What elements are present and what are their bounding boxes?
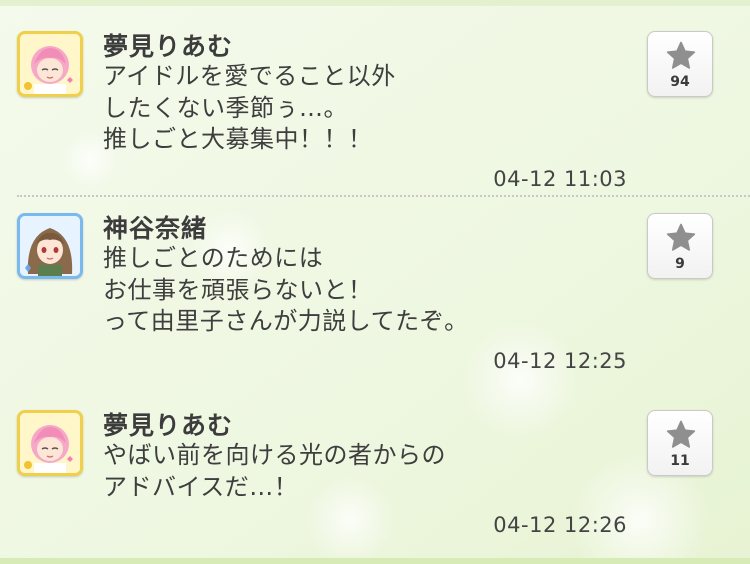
like-count: 9 [675,256,685,272]
brown-hair-character-avatar-icon [20,216,80,276]
author-name: 神谷奈緒 [103,214,208,243]
message-line: 推しごとのためには [103,244,324,272]
message-line: したくない季節ぅ…。 [103,93,348,122]
message-line: って由里子さんが力説してたぞ。 [103,307,469,335]
pink-hair-character-avatar-icon [20,413,80,473]
message-line: アドバイスだ…！ [103,472,299,501]
like-count: 11 [670,453,690,469]
message-line: お仕事を頑張らないと！ [103,275,373,304]
post-message: 推しごとのためには お仕事を頑張らないと！ って由里子さんが力説してたぞ。 [103,243,469,338]
like-button[interactable]: 9 [647,213,713,279]
post-timestamp: 04-12 12:25 [493,349,627,373]
author-avatar[interactable] [17,213,83,279]
post-message: アイドルを愛でること以外 したくない季節ぅ…。 推しごと大募集中！！！ [103,61,396,156]
message-line: 推しごと大募集中！！！ [103,125,373,153]
like-button[interactable]: 11 [647,410,713,476]
post-timestamp: 04-12 12:26 [493,513,627,537]
post-timestamp: 04-12 11:03 [493,167,627,191]
post-divider [17,195,750,197]
star-icon [666,223,696,251]
author-avatar[interactable] [17,410,83,476]
like-count: 94 [670,74,690,90]
timeline-feed: 夢見りあむ アイドルを愛でること以外 したくない季節ぅ…。 推しごと大募集中！！… [0,0,750,564]
post-message: やばい前を向ける光の者からの アドバイスだ…！ [103,440,446,503]
pink-hair-character-avatar-icon [20,34,80,94]
star-icon [666,420,696,448]
author-avatar[interactable] [17,31,83,97]
author-name: 夢見りあむ [103,411,234,440]
message-line: やばい前を向ける光の者からの [103,441,446,469]
author-name: 夢見りあむ [103,32,234,61]
like-button[interactable]: 94 [647,31,713,97]
star-icon [666,41,696,69]
message-line: アイドルを愛でること以外 [103,62,396,90]
